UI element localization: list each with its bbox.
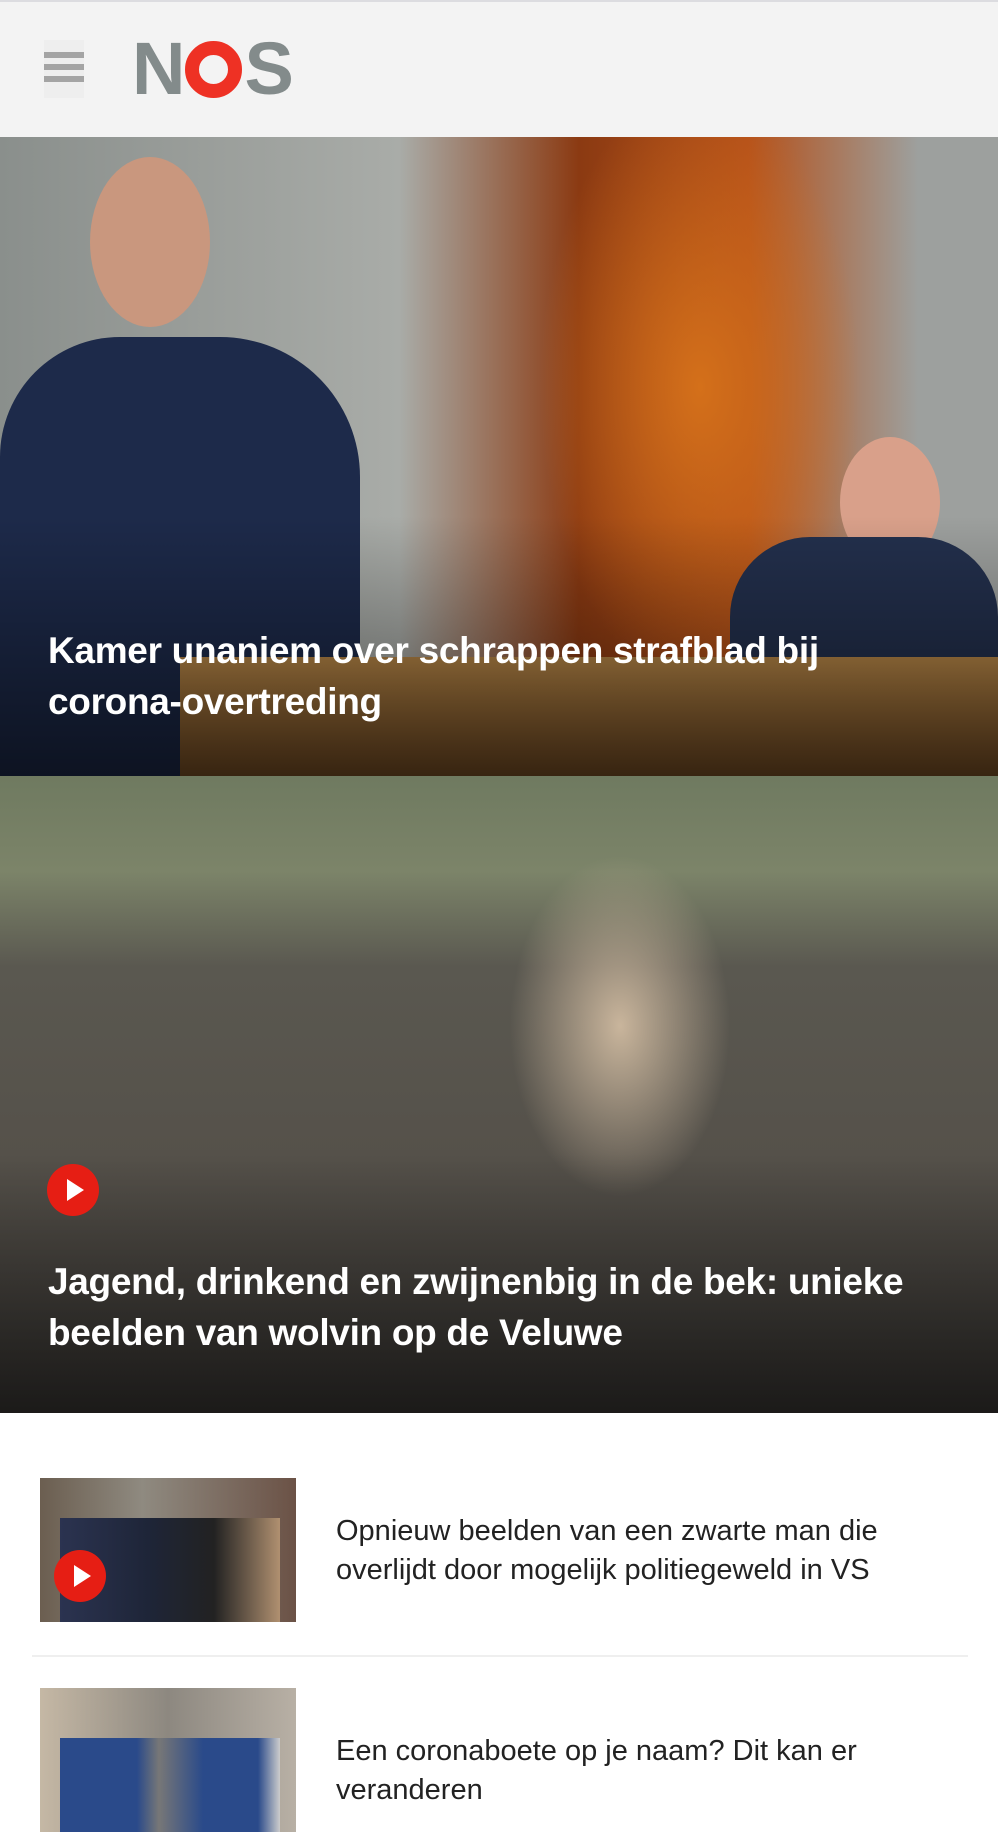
hamburger-menu-button[interactable]	[44, 40, 84, 98]
logo-letter-n: N	[132, 27, 185, 110]
divider	[32, 1655, 968, 1657]
article-title[interactable]: Opnieuw beelden van een zwarte man die o…	[336, 1512, 976, 1590]
hero-title[interactable]: Kamer unaniem over schrappen strafblad b…	[48, 625, 958, 727]
list-item[interactable]: Een coronaboete op je naam? Dit kan er v…	[32, 1688, 968, 1832]
play-icon[interactable]	[47, 1164, 99, 1216]
hamburger-icon-bar	[44, 76, 84, 82]
hero-image	[90, 157, 210, 327]
site-header: NS	[0, 2, 998, 137]
thumbnail-figures	[60, 1738, 280, 1832]
article-thumbnail	[40, 1688, 296, 1832]
play-icon[interactable]	[54, 1550, 106, 1602]
hero-article[interactable]: Jagend, drinkend en zwijnenbig in de bek…	[0, 776, 998, 1413]
hero-article[interactable]: Kamer unaniem over schrappen strafblad b…	[0, 137, 998, 776]
article-thumbnail	[40, 1478, 296, 1622]
hamburger-icon-bar	[44, 64, 84, 70]
logo-letter-o	[185, 40, 243, 98]
logo-letter-s: S	[244, 27, 293, 110]
list-item[interactable]: Opnieuw beelden van een zwarte man die o…	[32, 1478, 968, 1622]
hero-title[interactable]: Jagend, drinkend en zwijnenbig in de bek…	[48, 1256, 958, 1358]
nos-logo[interactable]: NS	[132, 32, 294, 106]
hamburger-icon	[44, 52, 84, 58]
article-title[interactable]: Een coronaboete op je naam? Dit kan er v…	[336, 1732, 976, 1810]
